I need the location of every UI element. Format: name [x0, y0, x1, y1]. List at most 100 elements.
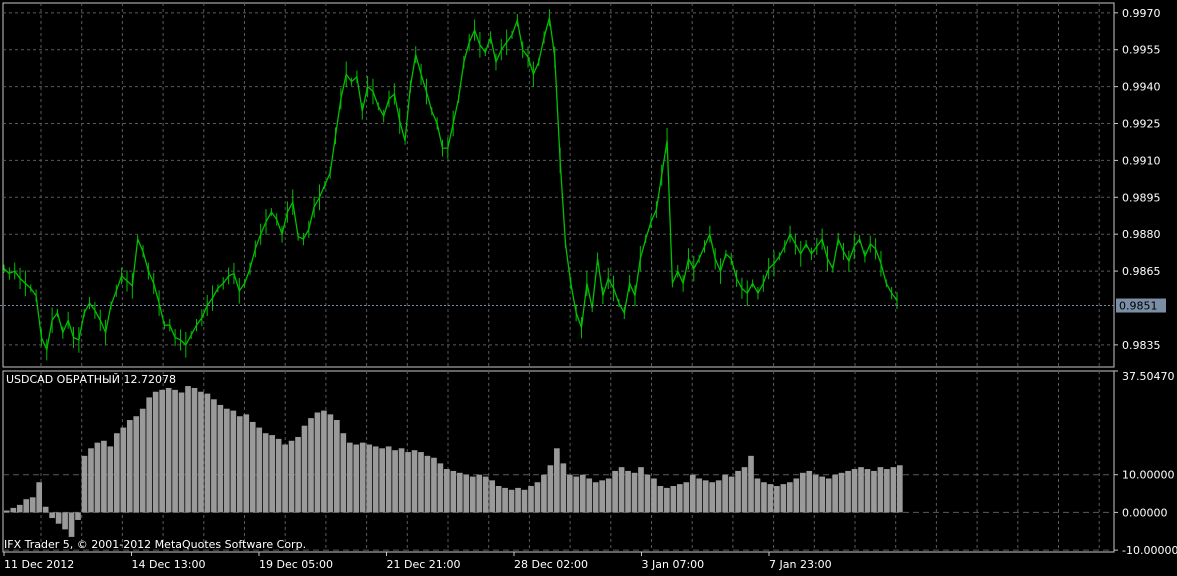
indicator-bar	[191, 387, 198, 513]
indicator-bar	[605, 478, 612, 513]
indicator-bar	[68, 512, 75, 537]
indicator-bar	[185, 386, 191, 513]
indicator-bar	[651, 478, 657, 513]
indicator-bar	[165, 387, 172, 513]
price-tick-label: 0.9940	[1122, 81, 1161, 94]
indicator-bar	[23, 499, 30, 513]
indicator-bar	[198, 391, 204, 513]
indicator-bar	[308, 418, 314, 513]
indicator-bar	[178, 392, 185, 513]
indicator-bar	[204, 393, 211, 513]
indicator-bar	[36, 482, 43, 513]
indicator-bar	[515, 487, 521, 513]
indicator-bar	[819, 476, 826, 513]
indicator-bar	[152, 391, 159, 513]
indicator-bar	[444, 469, 450, 513]
indicator-bar	[126, 420, 133, 513]
price-tick-label: 0.9865	[1122, 265, 1161, 278]
indicator-bar	[476, 474, 483, 513]
indicator-bar	[793, 478, 800, 513]
indicator-bar	[107, 446, 114, 513]
indicator-bar	[114, 433, 120, 513]
indicator-bar	[262, 433, 269, 513]
price-tick-label: 0.9910	[1122, 154, 1161, 167]
indicator-bar	[139, 408, 146, 513]
indicator-bar	[482, 476, 489, 513]
indicator-bar	[657, 486, 664, 513]
indicator-bar	[528, 486, 534, 513]
time-tick-label: 7 Jan 23:00	[769, 558, 832, 571]
indicator-bar	[508, 489, 515, 513]
indicator-bar	[884, 469, 890, 513]
indicator-bar	[321, 410, 327, 513]
indicator-bar	[211, 399, 217, 513]
indicator-bar	[806, 470, 813, 513]
time-tick-label: 11 Dec 2012	[4, 558, 74, 571]
indicator-bar	[851, 469, 858, 513]
indicator-bar	[101, 440, 107, 513]
indicator-bar	[75, 512, 81, 520]
indicator-bar	[579, 474, 586, 513]
indicator-bar	[683, 482, 690, 513]
indicator-bar	[554, 448, 560, 513]
indicator-bar	[566, 474, 573, 513]
indicator-bar	[346, 442, 353, 513]
indicator-bar	[133, 416, 140, 513]
indicator-bar	[463, 474, 470, 513]
indicator-bar	[761, 482, 767, 513]
indicator-bar	[405, 452, 411, 513]
indicator-bar	[489, 480, 495, 513]
indicator-bar	[825, 478, 832, 513]
indicator-bar	[864, 469, 871, 513]
indicator-bar	[469, 476, 476, 513]
indicator-bar	[359, 442, 366, 513]
indicator-bar	[418, 452, 424, 513]
indicator-bar	[547, 465, 554, 513]
indicator-bar	[495, 486, 502, 513]
indicator-bar	[288, 440, 295, 513]
indicator-bar	[62, 512, 68, 530]
indicator-bar	[890, 467, 897, 513]
indicator-bar	[534, 482, 541, 513]
indicator-bar	[774, 486, 780, 513]
indicator-bar	[437, 463, 444, 513]
indicator-bar	[689, 474, 696, 513]
indicator-bar	[748, 455, 754, 513]
indicator-bar	[16, 504, 23, 513]
indicator-bar	[327, 414, 334, 513]
indicator-bar	[146, 397, 153, 513]
time-tick-label: 3 Jan 07:00	[642, 558, 705, 571]
indicator-bar	[573, 476, 580, 513]
indicator-bar	[832, 474, 838, 513]
indicator-bar	[541, 474, 547, 513]
indicator-bar	[722, 474, 728, 513]
indicator-bar	[120, 427, 127, 513]
indicator-bar	[256, 427, 263, 513]
indicator-bar	[709, 482, 716, 513]
indicator-bar	[612, 470, 618, 513]
indicator-bar	[295, 436, 301, 513]
indicator-bar	[702, 480, 709, 513]
indicator-bar	[845, 470, 851, 513]
price-chart[interactable]: 0.9970 0.9955 0.9940 0.9925 0.9910 0.9895 0.98…	[0, 0, 1177, 576]
price-tick-label: 0.9925	[1122, 118, 1161, 131]
indicator-bar	[29, 497, 36, 513]
price-tick-label: 0.9955	[1122, 44, 1161, 57]
price-tick-label: 0.9835	[1122, 339, 1161, 352]
indicator-bar	[858, 467, 864, 513]
indicator-bar	[741, 467, 748, 513]
indicator-bar	[340, 433, 347, 513]
indicator-bar	[664, 487, 670, 513]
indicator-bar	[172, 389, 178, 513]
indicator-bar	[625, 470, 631, 513]
indicator-bar	[838, 472, 845, 513]
indicator-bar	[871, 470, 877, 513]
price-tick-label: 0.9880	[1122, 228, 1161, 241]
indicator-bar	[411, 450, 418, 513]
indicator-tick-label: -10.00000	[1122, 544, 1177, 557]
indicator-bar	[877, 467, 884, 513]
indicator-bar	[638, 467, 644, 513]
indicator-bar	[502, 487, 508, 513]
indicator-bar	[767, 484, 774, 513]
time-tick-label: 21 Dec 21:00	[387, 558, 461, 571]
